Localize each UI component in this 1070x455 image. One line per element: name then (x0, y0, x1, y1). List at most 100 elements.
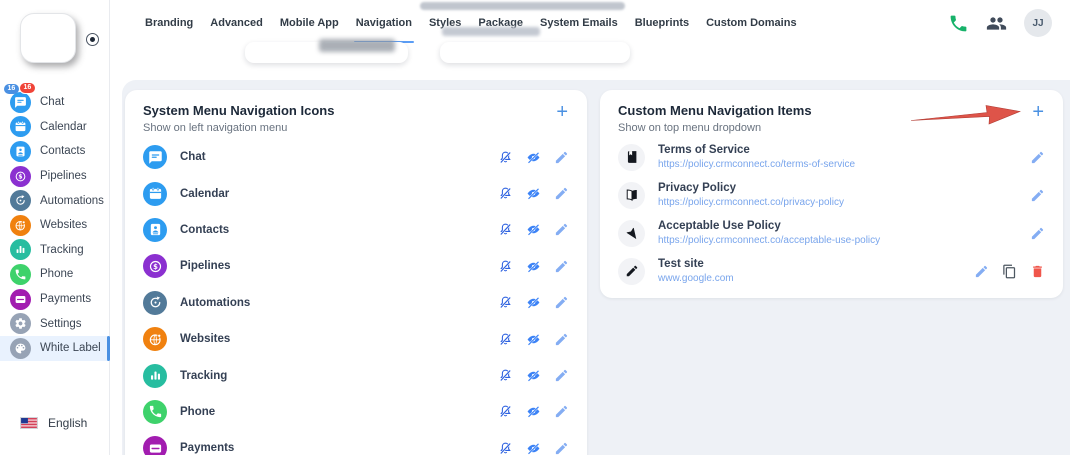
system-card-subtitle: Show on left navigation menu (143, 122, 569, 134)
custom-item-url[interactable]: https://policy.crmconnect.co/acceptable-… (658, 235, 880, 246)
sidebar-item-white-label[interactable]: White Label (0, 336, 110, 361)
edit-icon[interactable] (554, 404, 569, 419)
white-label-icon (10, 338, 31, 359)
chat-icon (143, 145, 167, 169)
websites-icon (10, 215, 31, 236)
sidebar-item-websites[interactable]: Websites (0, 213, 110, 238)
sidebar-icon-wrap: $ (10, 166, 31, 187)
row-actions (498, 259, 569, 274)
custom-menu-row-privacy-policy: Privacy Policy https://policy.crmconnect… (600, 176, 1063, 214)
white-label-settings-page: Branding Advanced Mobile App Navigation … (0, 0, 1070, 455)
tab-blueprints[interactable]: Blueprints (635, 17, 689, 35)
hide-on-web-icon[interactable] (498, 332, 513, 347)
redacted-text-blur (442, 27, 540, 36)
edit-icon[interactable] (554, 150, 569, 165)
hide-on-web-icon[interactable] (498, 441, 513, 455)
sidebar-item-label: Contacts (40, 145, 85, 157)
edit-icon[interactable] (554, 332, 569, 347)
add-custom-item-button[interactable]: + (1028, 100, 1048, 124)
payments-icon (143, 436, 167, 455)
sidebar-item-label: Payments (40, 293, 91, 305)
sidebar-item-label: Pipelines (40, 170, 87, 182)
phone-icon[interactable] (948, 13, 969, 34)
edit-icon[interactable] (554, 259, 569, 274)
system-menu-row-contacts: Contacts (125, 212, 587, 248)
copy-icon[interactable] (1002, 264, 1017, 279)
send-icon (618, 220, 645, 247)
hide-on-mobile-icon[interactable] (526, 259, 541, 274)
add-system-item-button[interactable]: + (552, 100, 572, 124)
sidebar-icon-wrap (10, 215, 31, 236)
hide-on-web-icon[interactable] (498, 259, 513, 274)
row-actions (1030, 226, 1045, 241)
edit-icon[interactable] (554, 368, 569, 383)
tab-system-emails[interactable]: System Emails (540, 17, 618, 35)
pipelines-icon: $ (10, 166, 31, 187)
hide-on-mobile-icon[interactable] (526, 404, 541, 419)
tab-custom-domains[interactable]: Custom Domains (706, 17, 796, 35)
custom-item-text: Acceptable Use Policy https://policy.crm… (658, 220, 880, 246)
language-selector[interactable]: English (0, 416, 110, 430)
custom-item-url[interactable]: www.google.com (658, 273, 734, 284)
automations-icon (143, 291, 167, 315)
tab-advanced[interactable]: Advanced (210, 17, 263, 35)
us-flag-icon (20, 417, 38, 429)
hide-on-mobile-icon[interactable] (526, 186, 541, 201)
sidebar-item-label: Tracking (40, 244, 84, 256)
sidebar: 1616 Chat Calendar Contacts $ Pipelines … (0, 0, 110, 455)
logo-radio-button[interactable] (86, 33, 99, 46)
edit-icon[interactable] (1030, 150, 1045, 165)
hide-on-web-icon[interactable] (498, 295, 513, 310)
tab-navigation[interactable]: Navigation (356, 17, 412, 35)
hide-on-mobile-icon[interactable] (526, 332, 541, 347)
sidebar-item-phone[interactable]: Phone (0, 262, 110, 287)
sidebar-icon-wrap (10, 338, 31, 359)
sidebar-item-contacts[interactable]: Contacts (0, 139, 110, 164)
row-actions (498, 295, 569, 310)
system-card-header: System Menu Navigation Icons Show on lef… (125, 90, 587, 134)
sidebar-item-automations[interactable]: Automations (0, 188, 110, 213)
avatar[interactable]: JJ (1024, 9, 1052, 37)
row-actions (498, 332, 569, 347)
menu-item-label: Tracking (180, 370, 227, 382)
edit-icon[interactable] (1030, 226, 1045, 241)
edit-icon[interactable] (554, 441, 569, 455)
edit-icon[interactable] (554, 186, 569, 201)
hide-on-mobile-icon[interactable] (526, 222, 541, 237)
sidebar-item-payments[interactable]: Payments (0, 287, 110, 312)
delete-icon[interactable] (1030, 264, 1045, 279)
hide-on-web-icon[interactable] (498, 368, 513, 383)
system-menu-row-pipelines: $ Pipelines (125, 248, 587, 284)
hide-on-mobile-icon[interactable] (526, 295, 541, 310)
system-menu-row-tracking: Tracking (125, 357, 587, 393)
users-icon[interactable] (986, 13, 1007, 34)
custom-item-url[interactable]: https://policy.crmconnect.co/terms-of-se… (658, 159, 855, 170)
hide-on-mobile-icon[interactable] (526, 150, 541, 165)
sidebar-item-chat[interactable]: 1616 Chat (0, 90, 110, 115)
hide-on-mobile-icon[interactable] (526, 441, 541, 455)
custom-item-url[interactable]: https://policy.crmconnect.co/privacy-pol… (658, 197, 844, 208)
row-actions (498, 186, 569, 201)
sidebar-item-settings[interactable]: Settings (0, 311, 110, 336)
menu-item-label: Payments (180, 442, 234, 454)
redacted-card (245, 42, 408, 63)
edit-icon[interactable] (1030, 188, 1045, 203)
sidebar-item-pipelines[interactable]: $ Pipelines (0, 164, 110, 189)
tab-branding[interactable]: Branding (145, 17, 193, 35)
edit-icon[interactable] (974, 264, 989, 279)
hide-on-web-icon[interactable] (498, 150, 513, 165)
sidebar-item-label: Chat (40, 96, 64, 108)
hide-on-web-icon[interactable] (498, 186, 513, 201)
sidebar-item-tracking[interactable]: Tracking (0, 238, 110, 263)
edit-icon[interactable] (554, 222, 569, 237)
radio-dot (90, 37, 96, 43)
hide-on-web-icon[interactable] (498, 404, 513, 419)
tab-mobile-app[interactable]: Mobile App (280, 17, 339, 35)
sidebar-icon-wrap (10, 116, 31, 137)
hide-on-web-icon[interactable] (498, 222, 513, 237)
row-actions (498, 368, 569, 383)
sidebar-item-calendar[interactable]: Calendar (0, 115, 110, 140)
edit-icon[interactable] (554, 295, 569, 310)
hide-on-mobile-icon[interactable] (526, 368, 541, 383)
pencil-icon (618, 258, 645, 285)
